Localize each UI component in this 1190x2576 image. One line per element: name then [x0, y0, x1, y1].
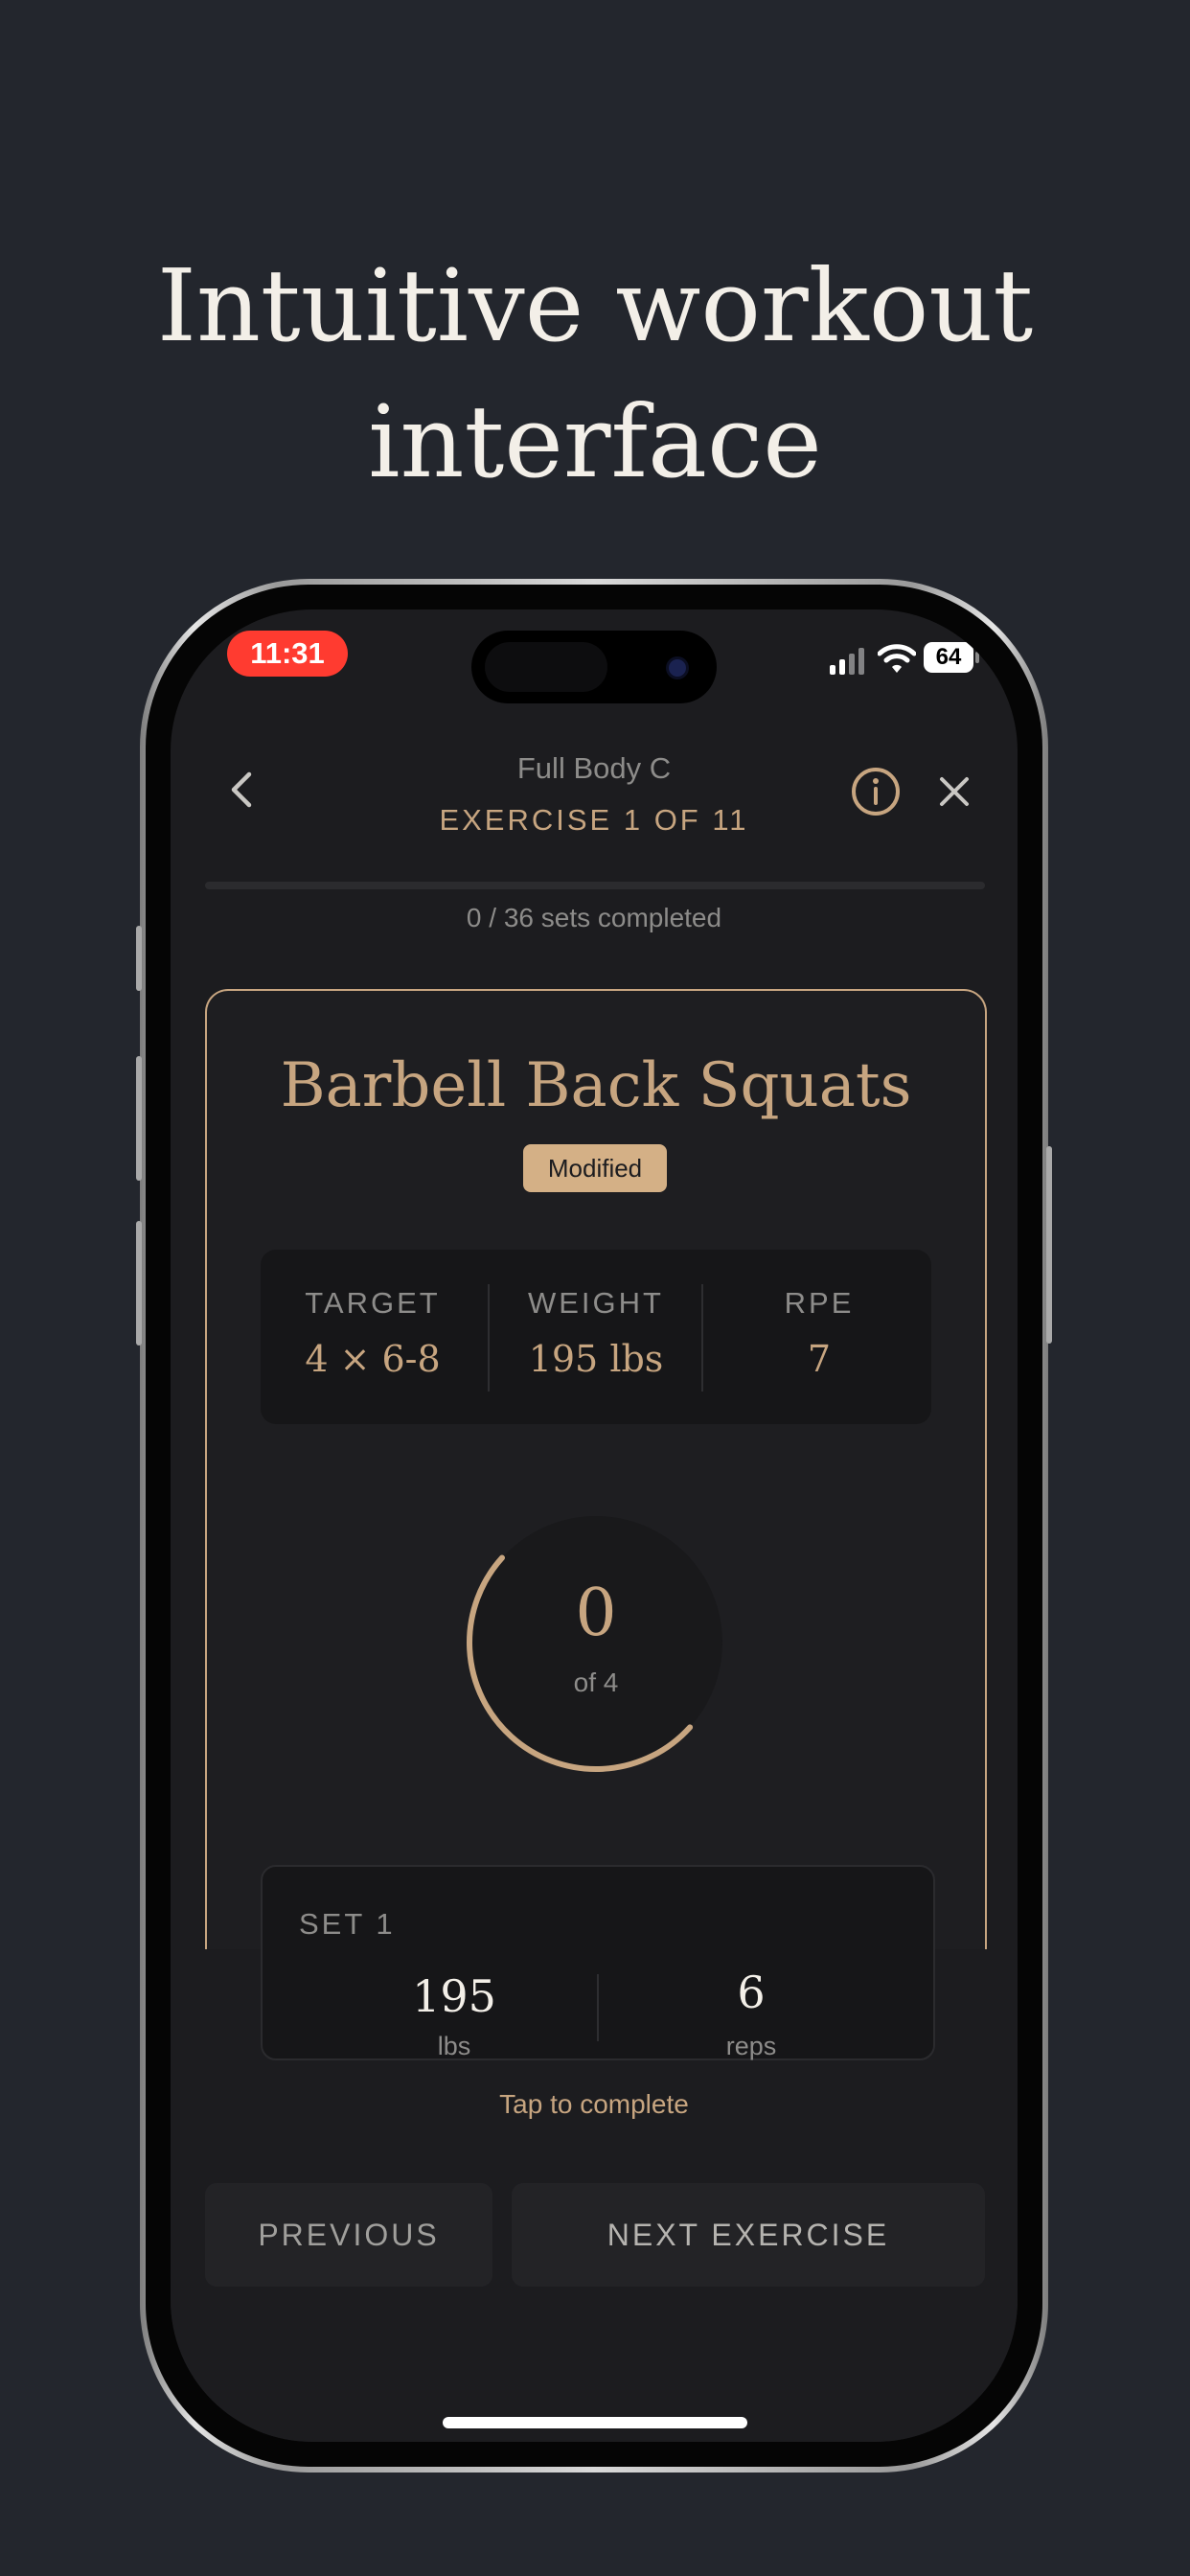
info-icon[interactable]	[851, 767, 901, 816]
battery-icon: 64	[924, 642, 973, 673]
exercise-name: Barbell Back Squats	[280, 1050, 912, 1121]
tap-to-complete-button[interactable]: Tap to complete	[171, 2089, 1018, 2120]
modified-badge: Modified	[523, 1144, 667, 1192]
close-icon[interactable]	[935, 772, 973, 811]
set-number-label: SET 1	[299, 1907, 396, 1941]
stat-divider	[701, 1284, 703, 1392]
headline-line-2: interface	[368, 382, 822, 500]
set-weight-unit: lbs	[437, 2032, 471, 2060]
stat-rpe-label: RPE	[784, 1286, 855, 1320]
previous-button[interactable]: PREVIOUS	[205, 2183, 492, 2287]
status-time[interactable]: 11:31	[227, 631, 348, 677]
sets-completed-label: 0 / 36 sets completed	[466, 903, 722, 932]
wifi-icon	[878, 644, 916, 673]
stat-target: TARGET 4 × 6-8	[266, 1286, 479, 1380]
phone-screen: 11:31 64 Full Body C EXERCISE 1 OF 11 0 …	[171, 610, 1018, 2442]
stat-rpe: RPE 7	[713, 1286, 926, 1380]
battery-tip	[975, 652, 979, 663]
workout-progress-bar	[205, 882, 985, 889]
stat-target-label: TARGET	[305, 1286, 441, 1320]
set-weight-value[interactable]: 195	[330, 1970, 579, 2022]
island-sensor	[485, 642, 607, 692]
stat-weight: WEIGHT 195 lbs	[490, 1286, 702, 1380]
phone-volume-down-button	[136, 1221, 142, 1346]
marketing-headline: Intuitive workout interface	[0, 238, 1190, 510]
set-reps-value[interactable]: 6	[627, 1966, 876, 2018]
exercise-card: Barbell Back Squats Modified TARGET 4 × …	[205, 989, 987, 2060]
phone-volume-up-button	[136, 1056, 142, 1181]
set-divider	[597, 1974, 599, 2041]
phone-action-button	[136, 926, 142, 991]
front-camera	[669, 659, 686, 677]
set-reps-unit: reps	[725, 2032, 777, 2060]
sets-done-count: 0	[575, 1576, 617, 1651]
stat-weight-label: WEIGHT	[528, 1286, 664, 1320]
exercise-stats: TARGET 4 × 6-8 WEIGHT 195 lbs RPE 7	[261, 1250, 931, 1424]
sets-total-label: of 4	[573, 1668, 619, 1697]
next-exercise-button[interactable]: NEXT EXERCISE	[512, 2183, 985, 2287]
cellular-signal-icon	[830, 648, 866, 675]
stat-rpe-value: 7	[807, 1338, 832, 1380]
home-indicator[interactable]	[443, 2417, 747, 2428]
stat-target-value: 4 × 6-8	[305, 1338, 441, 1380]
current-set-panel[interactable]: SET 1 195 lbs 6 reps	[261, 1865, 935, 2060]
phone-power-button	[1046, 1146, 1052, 1344]
stat-weight-value: 195 lbs	[528, 1338, 664, 1380]
headline-line-1: Intuitive workout	[156, 246, 1034, 364]
dynamic-island	[471, 631, 717, 703]
